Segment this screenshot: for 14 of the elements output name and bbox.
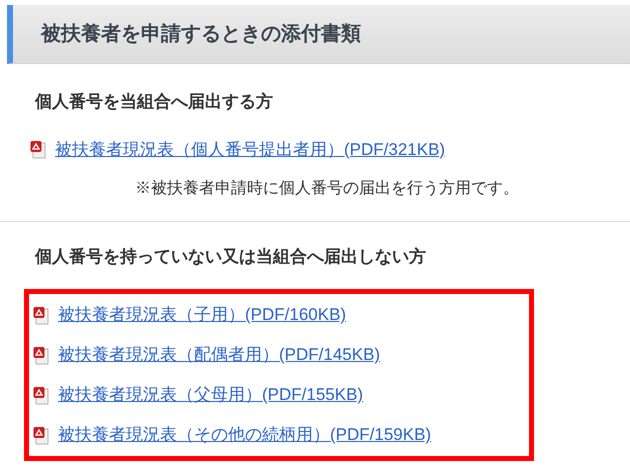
- pdf-file-icon: [33, 306, 49, 324]
- pdf-download-link[interactable]: 被扶養者現況表（配偶者用）(PDF/145KB): [58, 342, 380, 368]
- pdf-file-icon: [30, 140, 46, 159]
- note-text: ※被扶養者申請時に個人番号の届出を行う方用です。: [134, 178, 520, 198]
- pdf-download-link[interactable]: 被扶養者現況表（子用）(PDF/160KB): [58, 302, 346, 328]
- pdf-file-icon: [33, 386, 49, 404]
- pdf-download-link[interactable]: 被扶養者現況表（父母用）(PDF/155KB): [58, 382, 364, 408]
- pdf-download-link[interactable]: 被扶養者現況表（個人番号提出者用）(PDF/321KB): [55, 136, 446, 162]
- pdf-download-link[interactable]: 被扶養者現況表（その他の続柄用）(PDF/159KB): [58, 422, 432, 448]
- header-title: 被扶養者を申請するときの添付書類: [41, 22, 361, 47]
- pdf-file-icon: [33, 346, 49, 364]
- subsection-heading: 個人番号を持っていない又は当組合へ届出しない方: [35, 246, 427, 268]
- pdf-file-icon: [33, 426, 49, 444]
- subsection-heading: 個人番号を当組合へ届出する方: [35, 91, 274, 113]
